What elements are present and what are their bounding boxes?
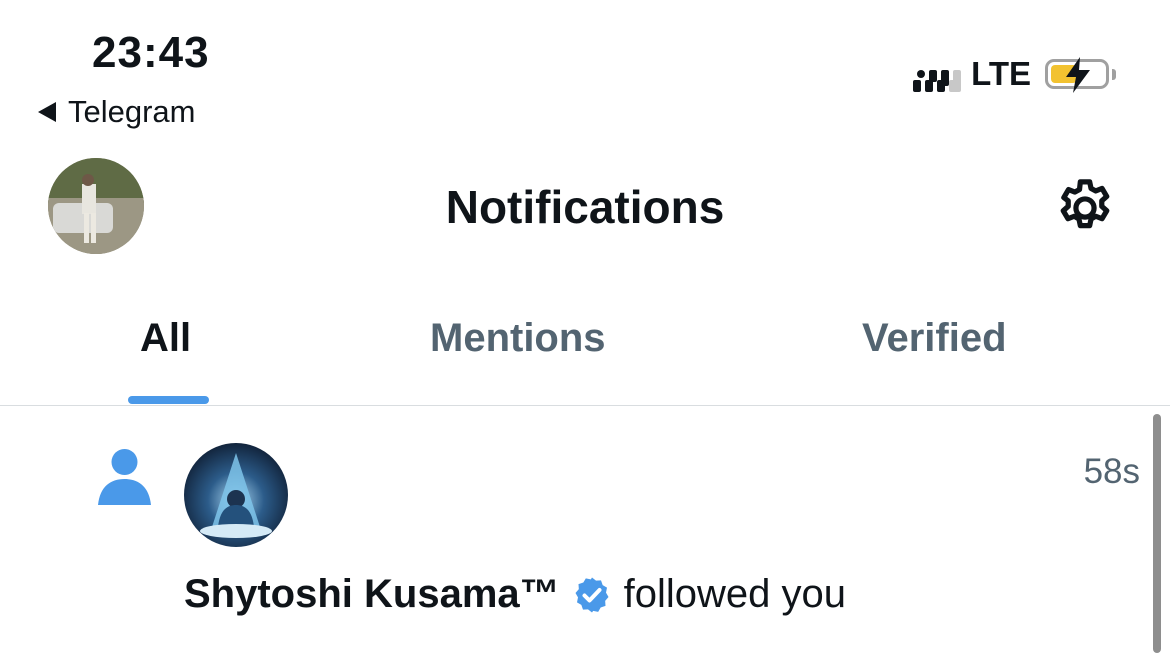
- cellular-signal-icon: [913, 56, 962, 92]
- status-time: 23:43: [92, 28, 210, 77]
- back-app-label: Telegram: [68, 94, 196, 129]
- status-bar: 23:43 Telegram LTE: [0, 0, 1170, 150]
- battery-icon: [1045, 57, 1109, 93]
- back-to-app-link[interactable]: Telegram: [38, 94, 196, 130]
- battery-cap: [1112, 68, 1116, 80]
- back-arrow-icon: [38, 102, 56, 122]
- notification-timestamp: 58s: [1083, 452, 1140, 491]
- notification-tabs: All Mentions Verified: [0, 290, 1170, 406]
- charging-bolt-icon: [1066, 57, 1090, 93]
- tab-all[interactable]: All: [140, 316, 191, 361]
- notification-action: followed you: [623, 572, 847, 616]
- follower-name[interactable]: Shytoshi Kusama™: [184, 572, 560, 617]
- verified-badge-icon: [575, 577, 609, 612]
- active-tab-indicator: [128, 396, 209, 404]
- person-icon: [98, 449, 151, 505]
- settings-button[interactable]: [1052, 175, 1118, 246]
- page-title: Notifications: [445, 181, 725, 233]
- tab-mentions[interactable]: Mentions: [430, 316, 606, 361]
- gear-icon: [1060, 179, 1110, 229]
- network-type-label: LTE: [971, 55, 1031, 92]
- scrollbar[interactable]: [1153, 414, 1161, 653]
- notification-text: Shytoshi Kusama™ followed you: [184, 572, 846, 617]
- follower-avatar[interactable]: [184, 443, 288, 547]
- status-indicators: LTE: [913, 55, 1116, 93]
- tab-verified[interactable]: Verified: [862, 316, 1007, 361]
